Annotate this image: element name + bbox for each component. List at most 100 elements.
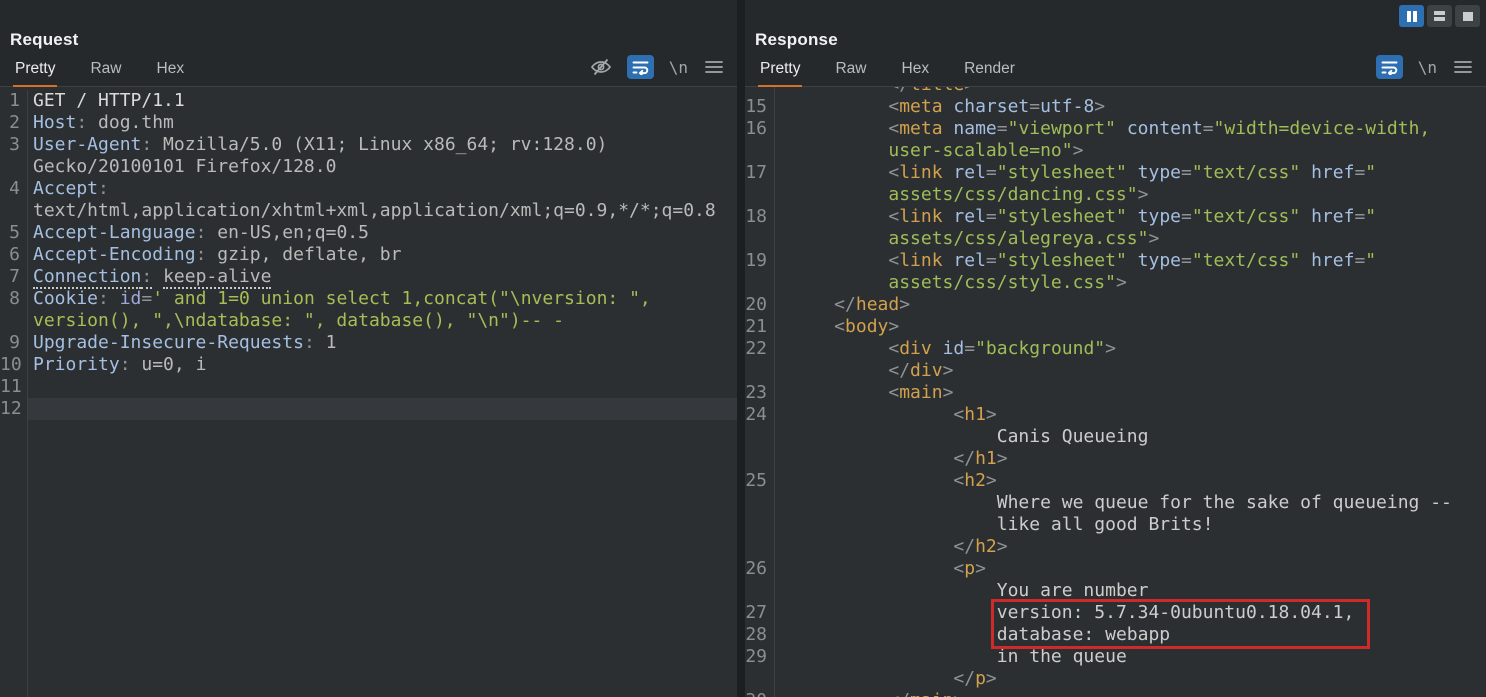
- code-token: >: [899, 294, 910, 315]
- code-row[interactable]: 3User-Agent: Mozilla/5.0 (X11; Linux x86…: [0, 134, 737, 156]
- code-row[interactable]: assets/css/alegreya.css">: [745, 228, 1486, 250]
- code-row[interactable]: 28database: webapp: [745, 624, 1486, 646]
- code-row[interactable]: 20</head>: [745, 294, 1486, 316]
- code-row[interactable]: version(), ",\ndatabase: ", database(), …: [0, 310, 737, 332]
- tab-hex[interactable]: Hex: [900, 60, 932, 88]
- code-token: Accept: [33, 178, 98, 199]
- menu-icon[interactable]: [1452, 56, 1474, 78]
- code-row[interactable]: 30</main>: [745, 690, 1486, 697]
- tab-pretty[interactable]: Pretty: [758, 60, 802, 88]
- newline-toggle[interactable]: \n: [669, 58, 688, 77]
- code-row[interactable]: Canis Queueing: [745, 426, 1486, 448]
- code-row[interactable]: Gecko/20100101 Firefox/128.0: [0, 156, 737, 178]
- code-row[interactable]: </p>: [745, 668, 1486, 690]
- code-token: type: [1138, 162, 1181, 183]
- code-row[interactable]: </h1>: [745, 448, 1486, 470]
- code-line-text: text/html,application/xhtml+xml,applicat…: [28, 200, 737, 222]
- code-token: </: [953, 536, 975, 557]
- code-row[interactable]: </h2>: [745, 536, 1486, 558]
- word-wrap-icon[interactable]: [1376, 55, 1403, 79]
- code-row[interactable]: 7Connection: keep-alive: [0, 266, 737, 288]
- code-token: =: [986, 250, 997, 271]
- code-token: :: [120, 354, 131, 375]
- request-editor[interactable]: 1GET / HTTP/1.12Host: dog.thm3User-Agent…: [0, 87, 737, 697]
- word-wrap-icon[interactable]: [627, 55, 654, 79]
- code-row[interactable]: 2Host: dog.thm: [0, 112, 737, 134]
- code-row[interactable]: 15<meta charset=utf-8>: [745, 96, 1486, 118]
- menu-icon[interactable]: [703, 56, 725, 78]
- code-line-text: Upgrade-Insecure-Requests: 1: [28, 332, 737, 354]
- code-row[interactable]: 10Priority: u=0, i: [0, 354, 737, 376]
- line-number: 9: [0, 332, 28, 354]
- code-row[interactable]: 1GET / HTTP/1.1: [0, 90, 737, 112]
- response-panel: Response PrettyRawHexRender \n: [745, 0, 1486, 697]
- code-row[interactable]: 21<body>: [745, 316, 1486, 338]
- tab-hex[interactable]: Hex: [155, 60, 187, 88]
- code-row[interactable]: 4Accept:: [0, 178, 737, 200]
- code-token: body: [845, 316, 888, 337]
- code-token: link: [899, 206, 942, 227]
- code-line-text: <body>: [775, 316, 1486, 338]
- code-line-text: </h1>: [775, 448, 1486, 470]
- code-row[interactable]: like all good Brits!: [745, 514, 1486, 536]
- line-number: 23: [745, 382, 775, 404]
- code-token: p: [975, 668, 986, 689]
- code-row[interactable]: 17<link rel="stylesheet" type="text/css"…: [745, 162, 1486, 184]
- code-row[interactable]: 27version: 5.7.34-0ubuntu0.18.04.1,: [745, 602, 1486, 624]
- code-row[interactable]: 11: [0, 376, 737, 398]
- code-row[interactable]: 19<link rel="stylesheet" type="text/css"…: [745, 250, 1486, 272]
- code-line-text: <link rel="stylesheet" type="text/css" h…: [775, 206, 1486, 228]
- tab-pretty[interactable]: Pretty: [13, 60, 57, 88]
- code-token: :: [304, 332, 315, 353]
- code-row[interactable]: 18<link rel="stylesheet" type="text/css"…: [745, 206, 1486, 228]
- code-row[interactable]: 9Upgrade-Insecure-Requests: 1: [0, 332, 737, 354]
- code-token: [943, 118, 954, 139]
- code-row[interactable]: assets/css/dancing.css">: [745, 184, 1486, 206]
- code-line-text: Connection: keep-alive: [28, 266, 737, 288]
- code-row[interactable]: 16<meta name="viewport" content="width=d…: [745, 118, 1486, 140]
- code-row[interactable]: 5Accept-Language: en-US,en;q=0.5: [0, 222, 737, 244]
- tab-raw[interactable]: Raw: [88, 60, 123, 88]
- code-line-text: version: 5.7.34-0ubuntu0.18.04.1,: [775, 602, 1486, 624]
- code-line-text: Where we queue for the sake of queueing …: [775, 492, 1486, 514]
- newline-toggle[interactable]: \n: [1418, 58, 1437, 77]
- code-token: Where we queue for the sake of queueing …: [997, 492, 1452, 513]
- code-row[interactable]: 26<p>: [745, 558, 1486, 580]
- code-row[interactable]: </title>: [745, 87, 1486, 96]
- tab-raw[interactable]: Raw: [833, 60, 868, 88]
- layout-columns-button[interactable]: [1399, 5, 1424, 27]
- layout-rows-button[interactable]: [1427, 5, 1452, 27]
- response-tabs: Pretty Raw Hex Render: [758, 60, 1048, 86]
- code-row[interactable]: </div>: [745, 360, 1486, 382]
- line-number: [745, 514, 775, 536]
- code-row[interactable]: 22<div id="background">: [745, 338, 1486, 360]
- code-token: h1: [964, 404, 986, 425]
- code-row[interactable]: 25<h2>: [745, 470, 1486, 492]
- code-row[interactable]: You are number: [745, 580, 1486, 602]
- code-line-text: <meta charset=utf-8>: [775, 96, 1486, 118]
- code-token: title: [910, 87, 964, 95]
- response-viewer[interactable]: </title>15<meta charset=utf-8>16<meta na…: [745, 87, 1486, 697]
- code-row[interactable]: 8Cookie: id=' and 1=0 union select 1,con…: [0, 288, 737, 310]
- line-number: [0, 200, 28, 222]
- code-line-text: Gecko/20100101 Firefox/128.0: [28, 156, 737, 178]
- line-number: [745, 360, 775, 382]
- code-row[interactable]: 24<h1>: [745, 404, 1486, 426]
- line-number: 16: [745, 118, 775, 140]
- layout-tabs-button[interactable]: [1455, 5, 1480, 27]
- code-row[interactable]: user-scalable=no">: [745, 140, 1486, 162]
- code-token: ' and 1=0 union select 1,concat("\nversi…: [152, 288, 651, 309]
- panel-divider[interactable]: [737, 0, 745, 697]
- code-token: >: [1073, 140, 1084, 161]
- code-row[interactable]: 23<main>: [745, 382, 1486, 404]
- eye-off-icon[interactable]: [590, 56, 612, 78]
- code-line-text: database: webapp: [775, 624, 1486, 646]
- code-row[interactable]: Where we queue for the sake of queueing …: [745, 492, 1486, 514]
- code-row[interactable]: 29in the queue: [745, 646, 1486, 668]
- tab-render[interactable]: Render: [962, 60, 1017, 88]
- code-row[interactable]: 6Accept-Encoding: gzip, deflate, br: [0, 244, 737, 266]
- line-number: [745, 668, 775, 690]
- code-row[interactable]: assets/css/style.css">: [745, 272, 1486, 294]
- code-row[interactable]: 12: [0, 398, 737, 420]
- code-row[interactable]: text/html,application/xhtml+xml,applicat…: [0, 200, 737, 222]
